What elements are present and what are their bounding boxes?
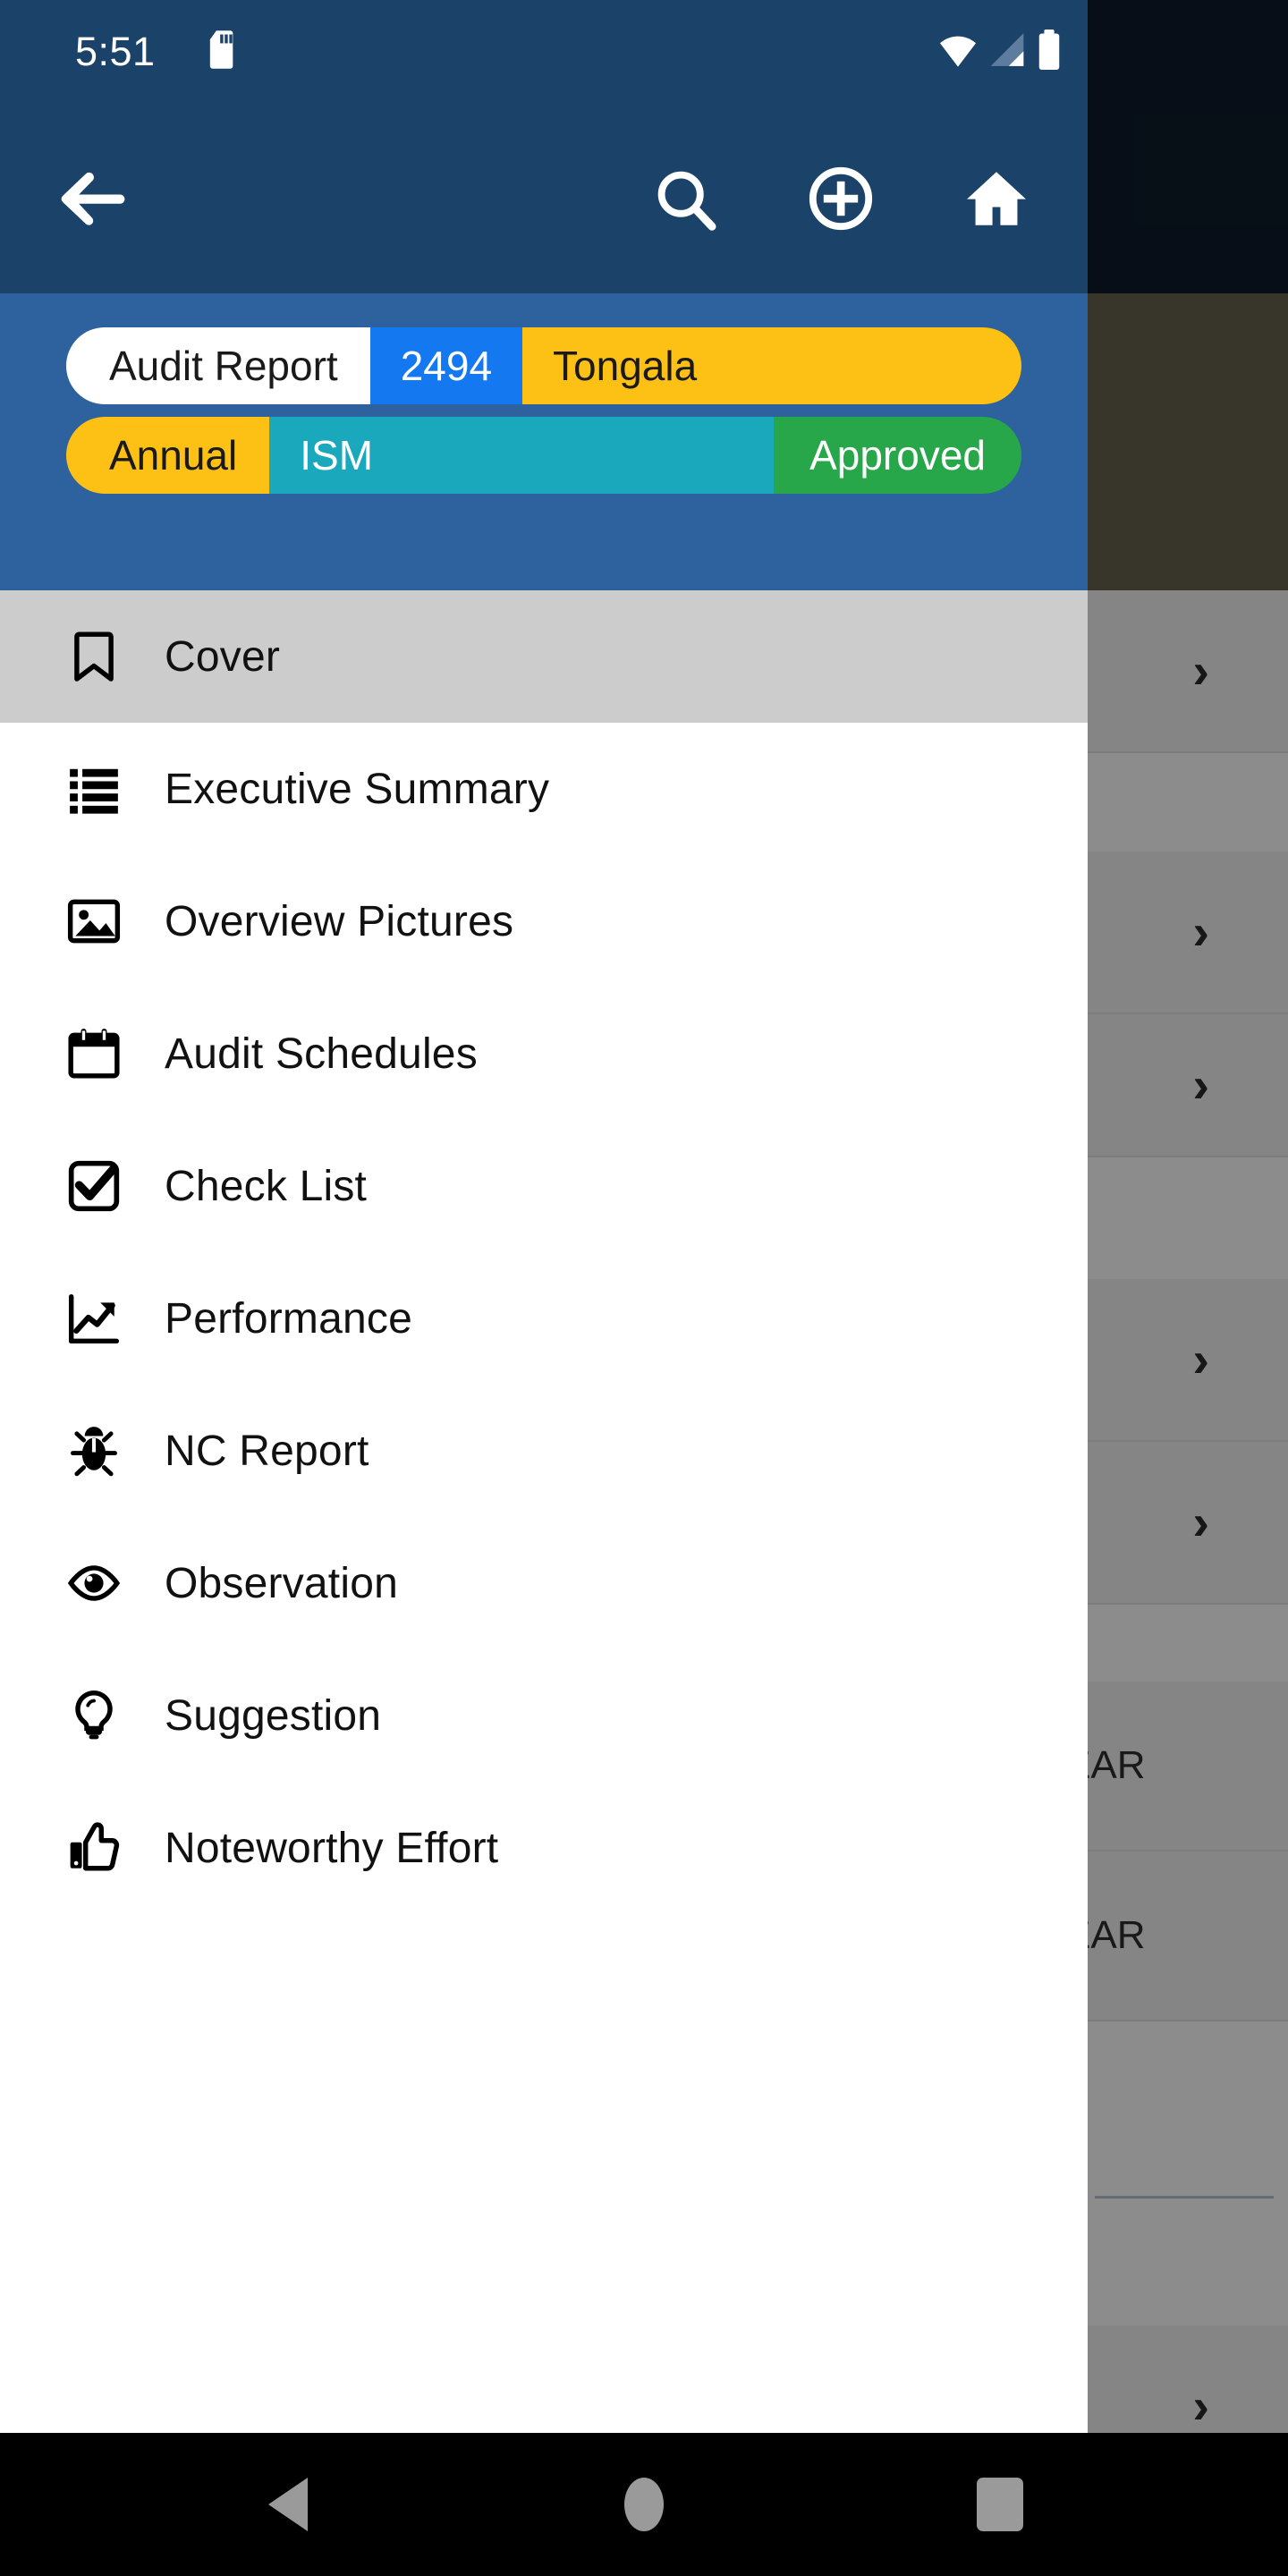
nav-home-button[interactable] bbox=[590, 2451, 698, 2558]
menu-item-noteworthy-effort[interactable]: Noteworthy Effort bbox=[0, 1782, 1088, 1914]
menu-item-label: Overview Pictures bbox=[165, 897, 514, 945]
wifi-icon bbox=[937, 30, 979, 72]
menu-item-suggestion[interactable]: Suggestion bbox=[0, 1649, 1088, 1782]
menu-item-label: Cover bbox=[165, 632, 281, 681]
eye-icon bbox=[55, 1555, 132, 1611]
status-bar: 5:51 bbox=[0, 0, 1088, 103]
menu-item-label: Check List bbox=[165, 1162, 368, 1210]
menu-item-label: Executive Summary bbox=[165, 765, 550, 813]
menu-item-label: Performance bbox=[165, 1294, 412, 1343]
lightbulb-icon bbox=[55, 1688, 132, 1743]
status-bar-clock: 5:51 bbox=[75, 28, 156, 74]
cellular-signal-icon bbox=[987, 30, 1027, 72]
menu-item-label: Observation bbox=[165, 1559, 398, 1607]
tag-report-number-label: 2494 bbox=[400, 343, 493, 389]
menu-item-label: Suggestion bbox=[165, 1691, 382, 1740]
android-navigation-bar bbox=[0, 2433, 1288, 2576]
tag-report-number[interactable]: 2494 bbox=[369, 327, 523, 404]
tag-standard[interactable]: ISM bbox=[269, 417, 775, 494]
trending-up-icon bbox=[55, 1291, 132, 1346]
navigation-drawer: 5:51 Audit Report 2494 Tongala Annual IS… bbox=[0, 0, 1088, 2433]
menu-item-label: Noteworthy Effort bbox=[165, 1824, 499, 1872]
home-icon[interactable] bbox=[953, 156, 1039, 242]
menu-item-performance[interactable]: Performance bbox=[0, 1252, 1088, 1385]
menu-item-label: Audit Schedules bbox=[165, 1030, 478, 1078]
menu-item-nc-report[interactable]: NC Report bbox=[0, 1385, 1088, 1517]
status-bar-indicators bbox=[937, 29, 1063, 74]
sd-card-icon bbox=[208, 30, 238, 73]
menu-item-audit-schedules[interactable]: Audit Schedules bbox=[0, 987, 1088, 1120]
bug-icon bbox=[55, 1423, 132, 1479]
tag-frequency[interactable]: Annual bbox=[66, 417, 270, 494]
menu-item-label: NC Report bbox=[165, 1427, 369, 1475]
menu-item-observation[interactable]: Observation bbox=[0, 1517, 1088, 1649]
battery-icon bbox=[1036, 29, 1063, 74]
back-button[interactable] bbox=[43, 149, 141, 248]
tag-site[interactable]: Tongala bbox=[522, 327, 1021, 404]
drawer-menu: Cover Executive Summary Overview Picture… bbox=[0, 590, 1088, 1914]
tag-frequency-label: Annual bbox=[109, 432, 238, 479]
checkbox-checked-icon bbox=[55, 1158, 132, 1214]
menu-item-check-list[interactable]: Check List bbox=[0, 1120, 1088, 1252]
calendar-icon bbox=[55, 1026, 132, 1081]
nav-back-button[interactable] bbox=[234, 2451, 342, 2558]
thumbs-up-icon bbox=[55, 1820, 132, 1876]
tag-row-secondary: Annual ISM Approved bbox=[66, 417, 1021, 494]
nav-recents-button[interactable] bbox=[946, 2451, 1054, 2558]
toolbar-actions bbox=[642, 156, 1039, 242]
tag-report-type[interactable]: Audit Report bbox=[66, 327, 370, 404]
tag-standard-label: ISM bbox=[300, 432, 374, 479]
tag-status[interactable]: Approved bbox=[774, 417, 1021, 494]
tag-status-label: Approved bbox=[809, 432, 986, 479]
menu-item-overview-pictures[interactable]: Overview Pictures bbox=[0, 855, 1088, 987]
search-icon[interactable] bbox=[642, 156, 728, 242]
tag-row-primary: Audit Report 2494 Tongala bbox=[66, 327, 1021, 404]
menu-item-cover[interactable]: Cover bbox=[0, 590, 1088, 723]
add-circle-icon[interactable] bbox=[798, 156, 884, 242]
nav-back-icon bbox=[268, 2478, 308, 2531]
nav-home-icon bbox=[624, 2478, 664, 2531]
tag-report-type-label: Audit Report bbox=[109, 343, 338, 389]
bookmark-icon bbox=[55, 629, 132, 684]
menu-item-executive-summary[interactable]: Executive Summary bbox=[0, 723, 1088, 855]
report-tags-band: Audit Report 2494 Tongala Annual ISM App… bbox=[0, 293, 1088, 590]
nav-recents-icon bbox=[977, 2478, 1023, 2531]
image-icon bbox=[55, 894, 132, 949]
list-icon bbox=[55, 761, 132, 817]
tag-site-label: Tongala bbox=[553, 343, 698, 389]
app-toolbar bbox=[0, 103, 1088, 293]
